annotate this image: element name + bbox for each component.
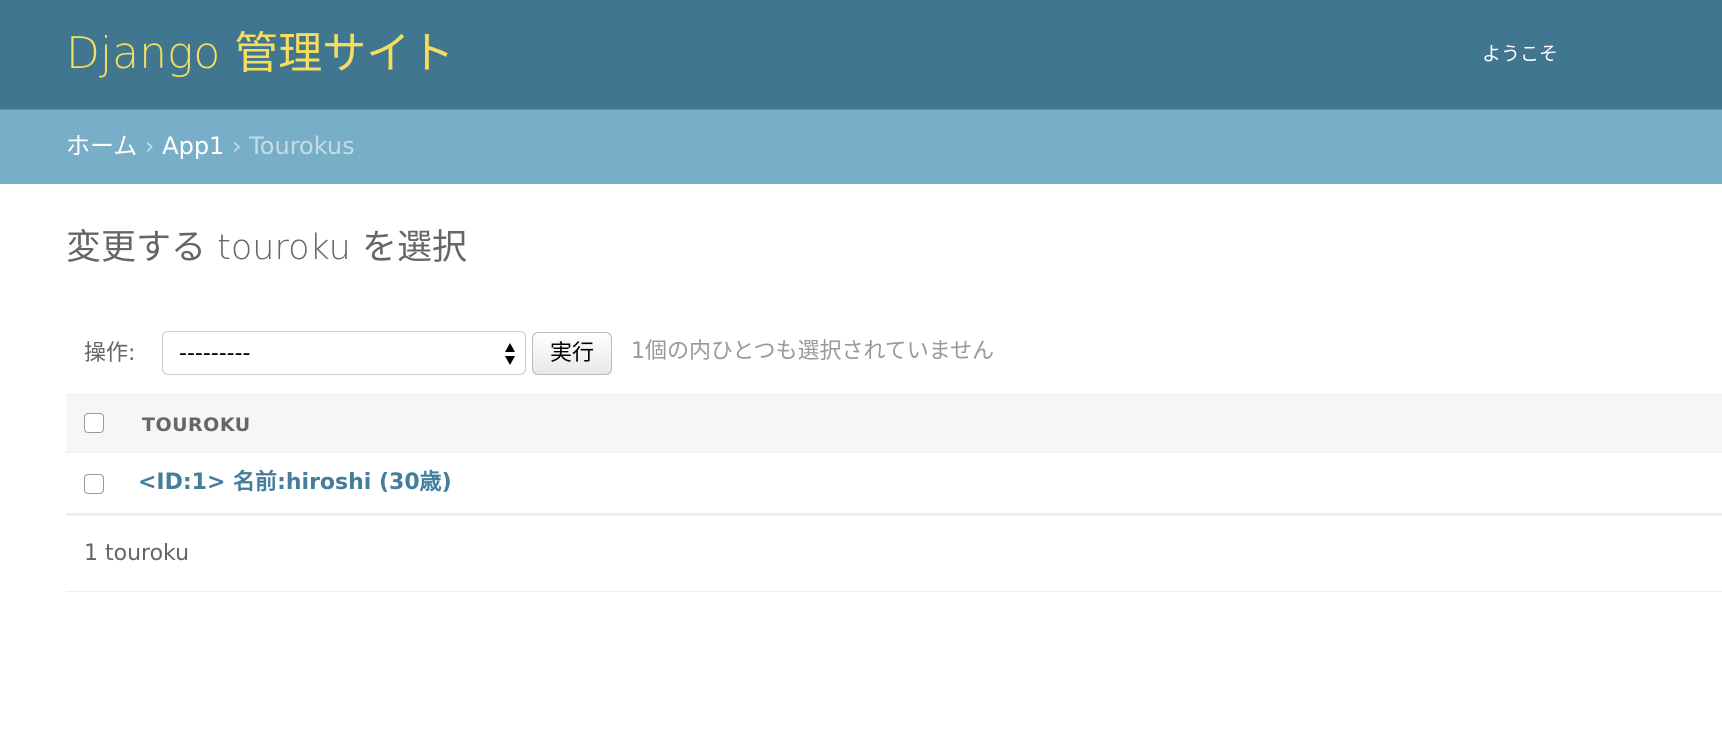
row-select-checkbox[interactable]	[84, 474, 104, 494]
paginator: 1 touroku	[66, 516, 1722, 592]
header-bar: Django 管理サイト ようこそ	[0, 0, 1722, 109]
site-title-link[interactable]: Django 管理サイト	[66, 26, 454, 82]
select-all-checkbox[interactable]	[84, 413, 104, 433]
results-table-header: TOUROKU	[66, 394, 1722, 453]
breadcrumb-app-link[interactable]: App1	[162, 132, 224, 160]
row-change-link[interactable]: <ID:1> 名前:hiroshi (30歳)	[138, 468, 452, 498]
column-header-touroku[interactable]: TOUROKU	[142, 411, 251, 439]
go-button[interactable]: 実行	[532, 332, 612, 375]
breadcrumb-current: Tourokus	[249, 132, 355, 160]
select-arrows-icon	[505, 343, 515, 365]
breadcrumb-separator: ›	[231, 132, 242, 160]
breadcrumbs: ホーム › App1 › Tourokus	[0, 109, 1722, 184]
paginator-count: 1 touroku	[84, 541, 190, 566]
breadcrumb-trail: ホーム › App1 › Tourokus	[66, 130, 355, 162]
table-row: <ID:1> 名前:hiroshi (30歳)	[66, 453, 1722, 516]
user-tools-welcome: ようこそ	[1482, 43, 1559, 65]
page-title: 変更する touroku を選択	[66, 228, 467, 268]
breadcrumb-home-link[interactable]: ホーム	[66, 132, 137, 160]
breadcrumb-separator: ›	[144, 132, 155, 160]
actions-label: 操作:	[84, 341, 136, 366]
action-select-value: ---------	[179, 341, 251, 366]
action-select[interactable]: ---------	[162, 331, 526, 375]
selection-counter: 1個の内ひとつも選択されていません	[631, 339, 995, 364]
